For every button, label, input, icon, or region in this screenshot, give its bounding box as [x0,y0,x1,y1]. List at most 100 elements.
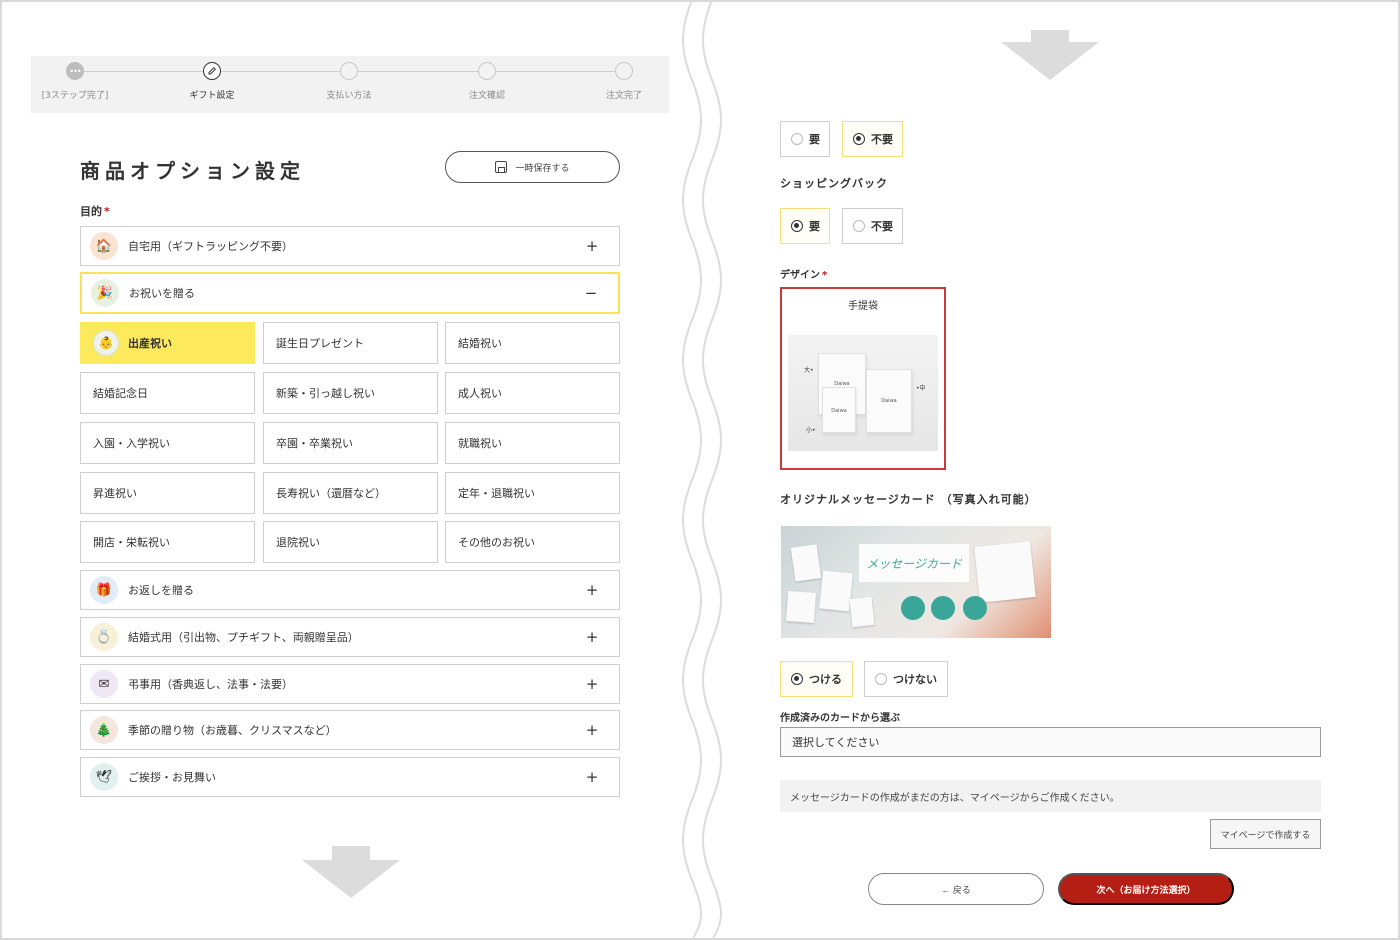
option-label: 出産祝い [128,337,172,350]
expand-icon: + [585,581,599,599]
option-label: 長寿祝い（還暦など） [276,487,386,500]
step-dot [340,62,358,80]
next-button[interactable]: 次へ（お届け方法選択） [1058,873,1234,905]
wavy-divider [682,0,722,940]
bag-brand: Daiwa [881,397,897,404]
step-label: 支払い方法 [326,91,372,101]
purpose-label: お返しを贈る [128,584,194,597]
radio-not-required[interactable]: 不要 [842,121,903,157]
choose-card-label: 作成済みのカードから選ぶ [780,713,900,724]
step-gift-settings: ギフト設定 [152,62,272,101]
celebration-option[interactable]: 就職祝い [445,422,620,464]
back-button[interactable]: ← 戻る [868,873,1044,905]
option-label: 退院祝い [276,536,320,549]
medium-bag: Daiwa [866,369,912,433]
bag-radio-not-required[interactable]: 不要 [842,208,903,244]
radio-label: つけない [893,673,937,686]
required-mark: * [104,205,110,218]
radio-circle [791,133,803,145]
radio-label: 不要 [871,220,893,233]
party-popper-icon: 🎉 [91,279,119,307]
radio-circle-selected [791,220,803,232]
card-select-dropdown[interactable]: 選択してください [780,727,1321,757]
celebration-option[interactable]: 退院祝い [263,521,438,563]
step-label: [3ステップ完了] [41,91,109,101]
step-confirm: 注文確認 [427,62,547,101]
down-arrow-icon [302,846,400,898]
size-large-label: 大• [804,367,814,374]
purpose-return-gift[interactable]: 🎁 お返しを贈る + [80,570,620,610]
radio-circle-selected [853,133,865,145]
tree-icon: 🎄 [90,716,118,744]
celebration-option[interactable]: 新築・引っ越し祝い [263,372,438,414]
save-draft-button[interactable]: 一時保存する [445,151,620,183]
small-bag: Daiwa [822,387,856,433]
celebration-option[interactable]: 昇進祝い [80,472,255,514]
bag-brand: Daiwa [831,407,847,414]
celebration-option[interactable]: 長寿祝い（還暦など） [263,472,438,514]
baby-icon: 👶 [93,330,119,356]
card-radio-attach[interactable]: つける [780,661,853,697]
save-draft-label: 一時保存する [515,163,570,174]
step-done: 注文完了 [564,62,684,101]
celebration-option[interactable]: 👶 出産祝い [80,322,255,364]
message-card-image: メッセージカード [781,526,1051,638]
celebration-option[interactable]: 開店・栄転祝い [80,521,255,563]
expand-icon: + [585,721,599,739]
design-title: 手提袋 [848,301,878,312]
expand-icon: + [585,675,599,693]
design-option-handbag[interactable]: 手提袋 Daiwa Daiwa Daiwa 大• •中 小• [780,287,946,470]
option-label: 昇進祝い [93,487,137,500]
option-label: 新築・引っ越し祝い [276,387,375,400]
purpose-home-use[interactable]: 🏠 自宅用（ギフトラッピング不要） + [80,226,620,266]
step-label: 注文確認 [468,91,505,101]
purpose-wedding[interactable]: 💍 結婚式用（引出物、プチギフト、両親贈呈品） + [80,617,620,657]
radio-required[interactable]: 要 [780,121,830,157]
radio-label: 不要 [871,133,893,146]
purpose-label: 目的 * [80,203,110,219]
purpose-celebration[interactable]: 🎉 お祝いを贈る − [80,272,620,314]
option-label: 入園・入学祝い [93,437,170,450]
purpose-label: ご挨拶・お見舞い [128,771,216,784]
feature-badge [963,596,987,620]
bag-radio-required[interactable]: 要 [780,208,830,244]
design-label-text: デザイン [780,270,820,281]
feature-badge [931,596,955,620]
option-label: 開店・栄転祝い [93,536,170,549]
celebration-option[interactable]: 入園・入学祝い [80,422,255,464]
photo-card [790,544,822,582]
radio-circle [853,220,865,232]
option-label: 就職祝い [458,437,502,450]
celebration-option[interactable]: 定年・退職祝い [445,472,620,514]
step-complete: ••• [3ステップ完了] [15,62,135,101]
celebration-option[interactable]: 結婚祝い [445,322,620,364]
expand-icon: + [585,628,599,646]
purpose-greeting[interactable]: 🕊 ご挨拶・お見舞い + [80,757,620,797]
progress-stepper: ••• [3ステップ完了] ギフト設定 支払い方法 注文確認 注文完了 [31,56,669,113]
celebration-option[interactable]: 卒園・卒業祝い [263,422,438,464]
page-title: 商品オプション設定 [80,159,305,183]
photo-card [974,541,1036,603]
purpose-seasonal[interactable]: 🎄 季節の贈り物（お歳暮、クリスマスなど） + [80,710,620,750]
message-card-banner: メッセージカード [859,544,969,582]
step-payment: 支払い方法 [289,62,409,101]
step-label: ギフト設定 [189,91,235,101]
envelope-icon: ✉ [90,670,118,698]
celebration-option[interactable]: 誕生日プレゼント [263,322,438,364]
card-radio-no-attach[interactable]: つけない [864,661,948,697]
floppy-disk-icon [495,161,508,173]
radio-circle [875,673,887,685]
option-label: その他のお祝い [458,536,535,549]
house-icon: 🏠 [90,232,118,260]
celebration-option[interactable]: 成人祝い [445,372,620,414]
photo-card [785,591,817,623]
radio-label: 要 [809,220,820,233]
purpose-label: 弔事用（香典返し、法事・法要） [128,678,293,691]
celebration-option[interactable]: その他のお祝い [445,521,620,563]
celebration-option[interactable]: 結婚記念日 [80,372,255,414]
gift-hand-icon: 🎁 [90,576,118,604]
photo-card [819,570,853,612]
purpose-condolence[interactable]: ✉ 弔事用（香典返し、法事・法要） + [80,664,620,704]
create-on-mypage-button[interactable]: マイページで作成する [1210,819,1321,849]
shopping-bag-image: Daiwa Daiwa Daiwa 大• •中 小• [788,335,938,451]
